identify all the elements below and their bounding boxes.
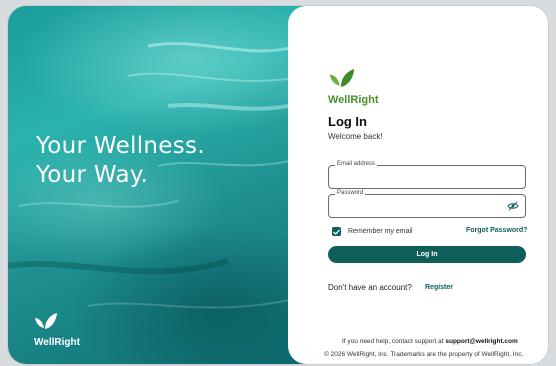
login-window: Your Wellness. Your Way. WellRight WellR… [8, 6, 548, 364]
support-line: If you need help, contact support at sup… [342, 338, 518, 345]
copyright-text: © 2026 WellRight, Inc. Trademarks are th… [324, 351, 524, 358]
welcome-subtitle: Welcome back! [328, 132, 383, 141]
check-icon [333, 228, 340, 235]
support-email-link[interactable]: support@wellright.com [445, 338, 517, 345]
password-field[interactable]: Password [328, 190, 526, 218]
remember-row: Remember my email [332, 227, 413, 236]
brand-name: WellRight [328, 94, 379, 106]
tagline-line-1: Your Wellness. [36, 133, 205, 159]
tagline-line-2: Your Way. [36, 162, 149, 188]
login-button[interactable]: Log In [328, 246, 526, 263]
remember-checkbox[interactable] [332, 227, 341, 236]
wellright-logo: WellRight [328, 68, 379, 106]
hero-panel: Your Wellness. Your Way. WellRight [8, 6, 308, 364]
leaf-icon [329, 69, 355, 87]
email-label: Email address [335, 161, 378, 167]
remember-label: Remember my email [348, 228, 413, 235]
login-card: WellRight Log In Welcome back! Email add… [288, 6, 548, 364]
eye-off-icon[interactable] [507, 201, 519, 211]
forgot-password-link[interactable]: Forgot Password? [466, 227, 527, 234]
leaf-icon [35, 313, 57, 329]
hero-tagline: Your Wellness. Your Way. [36, 132, 205, 190]
support-text: If you need help, contact support at [342, 338, 446, 345]
password-label: Password [335, 190, 366, 196]
page-title: Log In [328, 114, 367, 129]
email-field[interactable]: Email address [328, 161, 526, 189]
no-account-text: Don't have an account? [328, 283, 412, 292]
hero-brand-name: WellRight [34, 337, 80, 348]
hero-logo: WellRight [34, 312, 94, 348]
register-link[interactable]: Register [425, 284, 453, 291]
